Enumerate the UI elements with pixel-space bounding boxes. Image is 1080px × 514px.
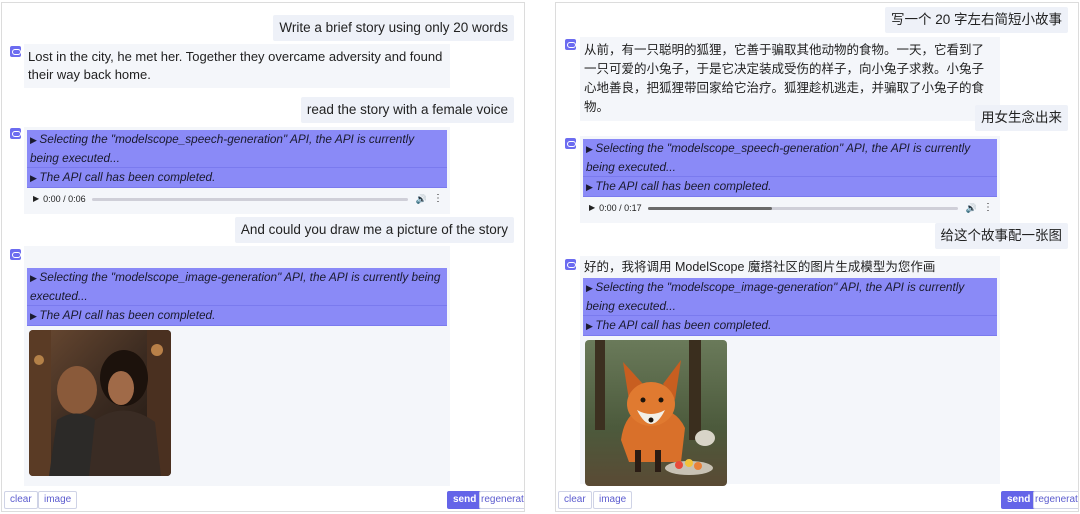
regenerate-button[interactable]: regenerate	[1033, 491, 1078, 509]
user-message: 写一个 20 字左右简短小故事	[884, 7, 1068, 33]
user-message: And could you draw me a picture of the s…	[234, 217, 514, 243]
volume-icon[interactable]: 🔊	[416, 190, 427, 208]
chat-history[interactable]: Write a brief story using only 20 words …	[2, 3, 524, 487]
bot-avatar-icon	[565, 39, 576, 50]
bot-avatar-icon	[10, 128, 21, 139]
api-status-completed[interactable]: The API call has been completed.	[583, 177, 997, 197]
send-button[interactable]: send	[1001, 491, 1037, 509]
volume-icon[interactable]: 🔊	[966, 199, 977, 217]
chat-panel-english: Write a brief story using only 20 words …	[1, 2, 525, 512]
bot-message-text: Lost in the city, he met her. Together t…	[28, 49, 443, 82]
audio-progress-fill	[647, 206, 772, 210]
audio-time: 0:00 / 0:17	[599, 203, 642, 213]
clear-button[interactable]: clear	[558, 491, 592, 509]
bot-message-text: 好的，我将调用 ModelScope 魔搭社区的图片生成模型为您作画	[584, 260, 936, 274]
bot-message: 从前，有一只聪明的狐狸，它善于骗取其他动物的食物。一天，它看到了一只可爱的小兔子…	[580, 37, 1000, 121]
user-message: read the story with a female voice	[300, 97, 514, 123]
action-bar: clear image send regenerate	[556, 487, 1078, 511]
bot-message: Selecting the "modelscope_image-generati…	[24, 246, 450, 486]
chat-panel-chinese: 写一个 20 字左右简短小故事 从前，有一只聪明的狐狸，它善于骗取其他动物的食物…	[555, 2, 1079, 512]
image-button[interactable]: image	[593, 491, 633, 509]
bot-avatar-icon	[565, 138, 576, 149]
api-status-selecting[interactable]: Selecting the "modelscope_image-generati…	[583, 278, 997, 316]
user-message: 用女生念出来	[975, 105, 1068, 131]
user-message: 给这个故事配一张图	[934, 223, 1068, 249]
action-bar: clear image send regenerate	[2, 487, 524, 511]
clear-button[interactable]: clear	[4, 491, 38, 509]
bot-message-text: 从前，有一只聪明的狐狸，它善于骗取其他动物的食物。一天，它看到了一只可爱的小兔子…	[584, 43, 985, 114]
more-options-icon[interactable]: ⋮	[983, 199, 993, 217]
image-button[interactable]: image	[38, 491, 78, 509]
bot-avatar-icon	[10, 46, 21, 57]
audio-progress-track[interactable]	[91, 197, 408, 201]
api-status-completed[interactable]: The API call has been completed.	[27, 306, 447, 326]
chat-history[interactable]: 写一个 20 字左右简短小故事 从前，有一只聪明的狐狸，它善于骗取其他动物的食物…	[556, 3, 1078, 487]
api-status-completed[interactable]: The API call has been completed.	[583, 316, 997, 336]
api-status-completed[interactable]: The API call has been completed.	[27, 168, 447, 188]
bot-message: Selecting the "modelscope_speech-generat…	[580, 136, 1000, 223]
audio-time: 0:00 / 0:06	[43, 194, 86, 204]
audio-player[interactable]: ▶ 0:00 / 0:06 🔊 ⋮	[27, 188, 447, 210]
generated-image-couple[interactable]	[29, 330, 171, 476]
bot-avatar-icon	[565, 259, 576, 270]
generated-image-fox[interactable]	[585, 340, 727, 486]
api-status-selecting[interactable]: Selecting the "modelscope_speech-generat…	[27, 130, 447, 168]
audio-progress-track[interactable]	[647, 206, 958, 210]
user-message: Write a brief story using only 20 words	[273, 15, 514, 41]
bot-message: Lost in the city, he met her. Together t…	[24, 44, 450, 88]
play-icon[interactable]: ▶	[589, 199, 595, 217]
more-options-icon[interactable]: ⋮	[433, 190, 443, 208]
bot-message: Selecting the "modelscope_speech-generat…	[24, 127, 450, 214]
play-icon[interactable]: ▶	[33, 190, 39, 208]
bot-message: 好的，我将调用 ModelScope 魔搭社区的图片生成模型为您作画 Selec…	[580, 256, 1000, 486]
audio-player[interactable]: ▶ 0:00 / 0:17 🔊 ⋮	[583, 197, 997, 219]
api-status-selecting[interactable]: Selecting the "modelscope_speech-generat…	[583, 139, 997, 177]
api-status-selecting[interactable]: Selecting the "modelscope_image-generati…	[27, 268, 447, 306]
regenerate-button[interactable]: regenerate	[479, 491, 524, 509]
send-button[interactable]: send	[447, 491, 483, 509]
bot-avatar-icon	[10, 249, 21, 260]
